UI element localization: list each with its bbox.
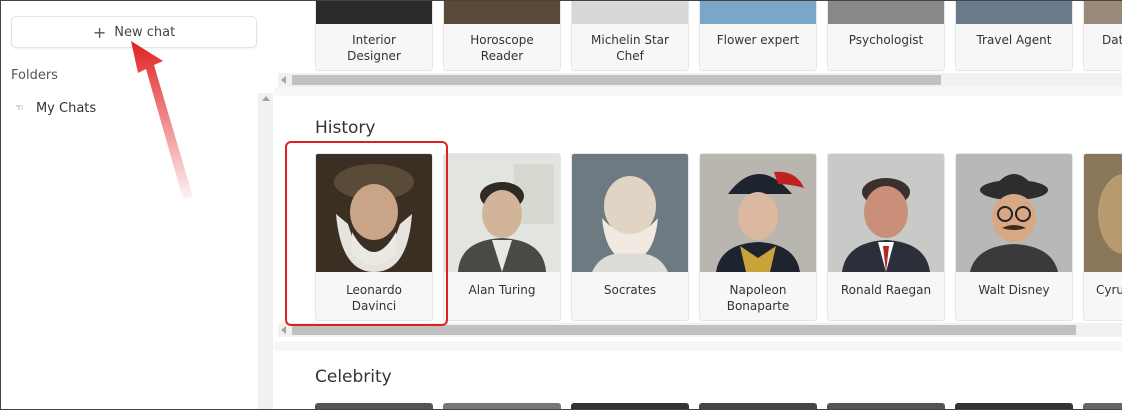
avatar [1084,1,1122,24]
avatar [572,154,688,272]
card-michelin-chef[interactable]: Michelin Star Chef [571,1,689,71]
avatar [700,154,816,272]
avatar [956,154,1072,272]
scroll-thumb[interactable] [292,75,941,85]
card-interior-designer[interactable]: Interior Designer [315,1,433,71]
card-psychologist[interactable]: Psychologist [827,1,945,71]
card-ronald-raegan[interactable]: Ronald Raegan [827,153,945,321]
new-chat-label: New chat [114,24,176,40]
card-partial[interactable]: Dat [1083,1,1122,71]
card-name: Socrates [603,283,657,297]
avatar [700,1,816,24]
card-celebrity[interactable] [571,403,689,409]
scroll-up-arrow-icon[interactable] [262,96,270,101]
card-name: Alan Turing [468,283,536,297]
card-alan-turing[interactable]: Alan Turing [443,153,561,321]
card-socrates[interactable]: Socrates [571,153,689,321]
card-travel-agent[interactable]: Travel Agent [955,1,1073,71]
card-walt-disney[interactable]: Walt Disney [955,153,1073,321]
avatar [444,1,560,24]
avatar [828,1,944,24]
sidebar-scrollbar[interactable] [258,93,273,409]
avatar [444,154,560,272]
card-name: Dat [1102,33,1122,47]
folder-icon: ☜ [15,103,24,114]
avatar [956,1,1072,24]
scroll-left-arrow-icon[interactable] [281,76,286,84]
card-name: Psychologist [848,33,924,47]
avatar [316,154,432,272]
avatar [828,154,944,272]
card-name: Leonardo Davinci [346,283,402,313]
card-celebrity[interactable] [315,403,433,409]
card-name: Ronald Raegan [840,283,932,297]
card-name: Napoleon Bonaparte [726,283,790,313]
folder-item-my-chats[interactable]: ☜ My Chats [15,101,96,116]
card-celebrity[interactable] [1083,403,1122,409]
card-name: Travel Agent [976,33,1052,47]
celebrity-section: Celebrity [274,351,1122,409]
card-celebrity[interactable] [955,403,1073,409]
card-name: Michelin Star Chef [591,33,669,63]
card-name: Flower expert [716,33,800,47]
history-section: History Leonardo Davinci Alan Turing Soc… [274,96,1122,341]
card-name: Cyru [1096,283,1122,297]
card-name: Walt Disney [978,283,1050,297]
avatar [316,1,432,24]
card-celebrity[interactable] [443,403,561,409]
avatar [1084,154,1122,272]
avatar [572,1,688,24]
card-celebrity[interactable] [699,403,817,409]
card-flower-expert[interactable]: Flower expert [699,1,817,71]
history-scrollbar[interactable] [278,323,1122,337]
card-leonardo-davinci[interactable]: Leonardo Davinci [315,153,433,321]
scroll-left-arrow-icon[interactable] [281,326,286,334]
top-section: Interior Designer Horoscope Reader Miche… [274,1,1122,87]
top-scrollbar[interactable] [278,73,1122,87]
card-partial[interactable]: Cyru [1083,153,1122,321]
folder-label: My Chats [35,101,97,116]
annotation-arrow-icon [131,41,193,199]
scroll-thumb[interactable] [292,325,1076,335]
card-name: Interior Designer [347,33,401,63]
section-title: History [315,118,376,138]
card-horoscope-reader[interactable]: Horoscope Reader [443,1,561,71]
card-napoleon-bonaparte[interactable]: Napoleon Bonaparte [699,153,817,321]
card-celebrity[interactable] [827,403,945,409]
section-title: Celebrity [315,367,392,387]
folders-heading: Folders [11,68,58,83]
bot-gallery: Interior Designer Horoscope Reader Miche… [274,1,1122,409]
card-name: Horoscope Reader [470,33,534,63]
plus-icon: + [92,22,107,42]
